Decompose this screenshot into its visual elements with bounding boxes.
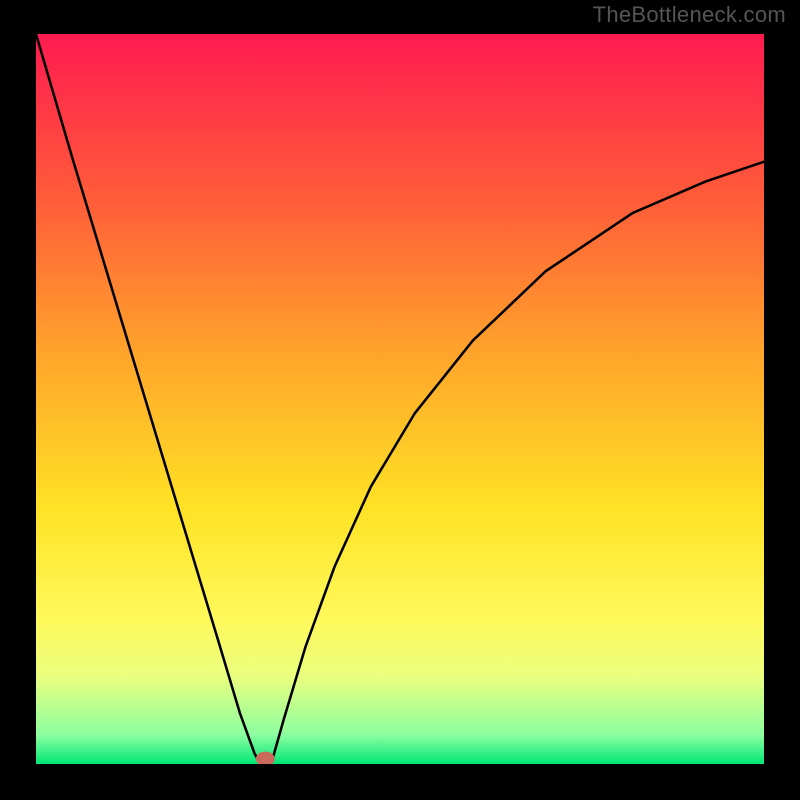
plot-area (36, 34, 764, 764)
chart-svg (36, 34, 764, 764)
watermark-text: TheBottleneck.com (593, 2, 786, 28)
chart-frame: TheBottleneck.com (0, 0, 800, 800)
